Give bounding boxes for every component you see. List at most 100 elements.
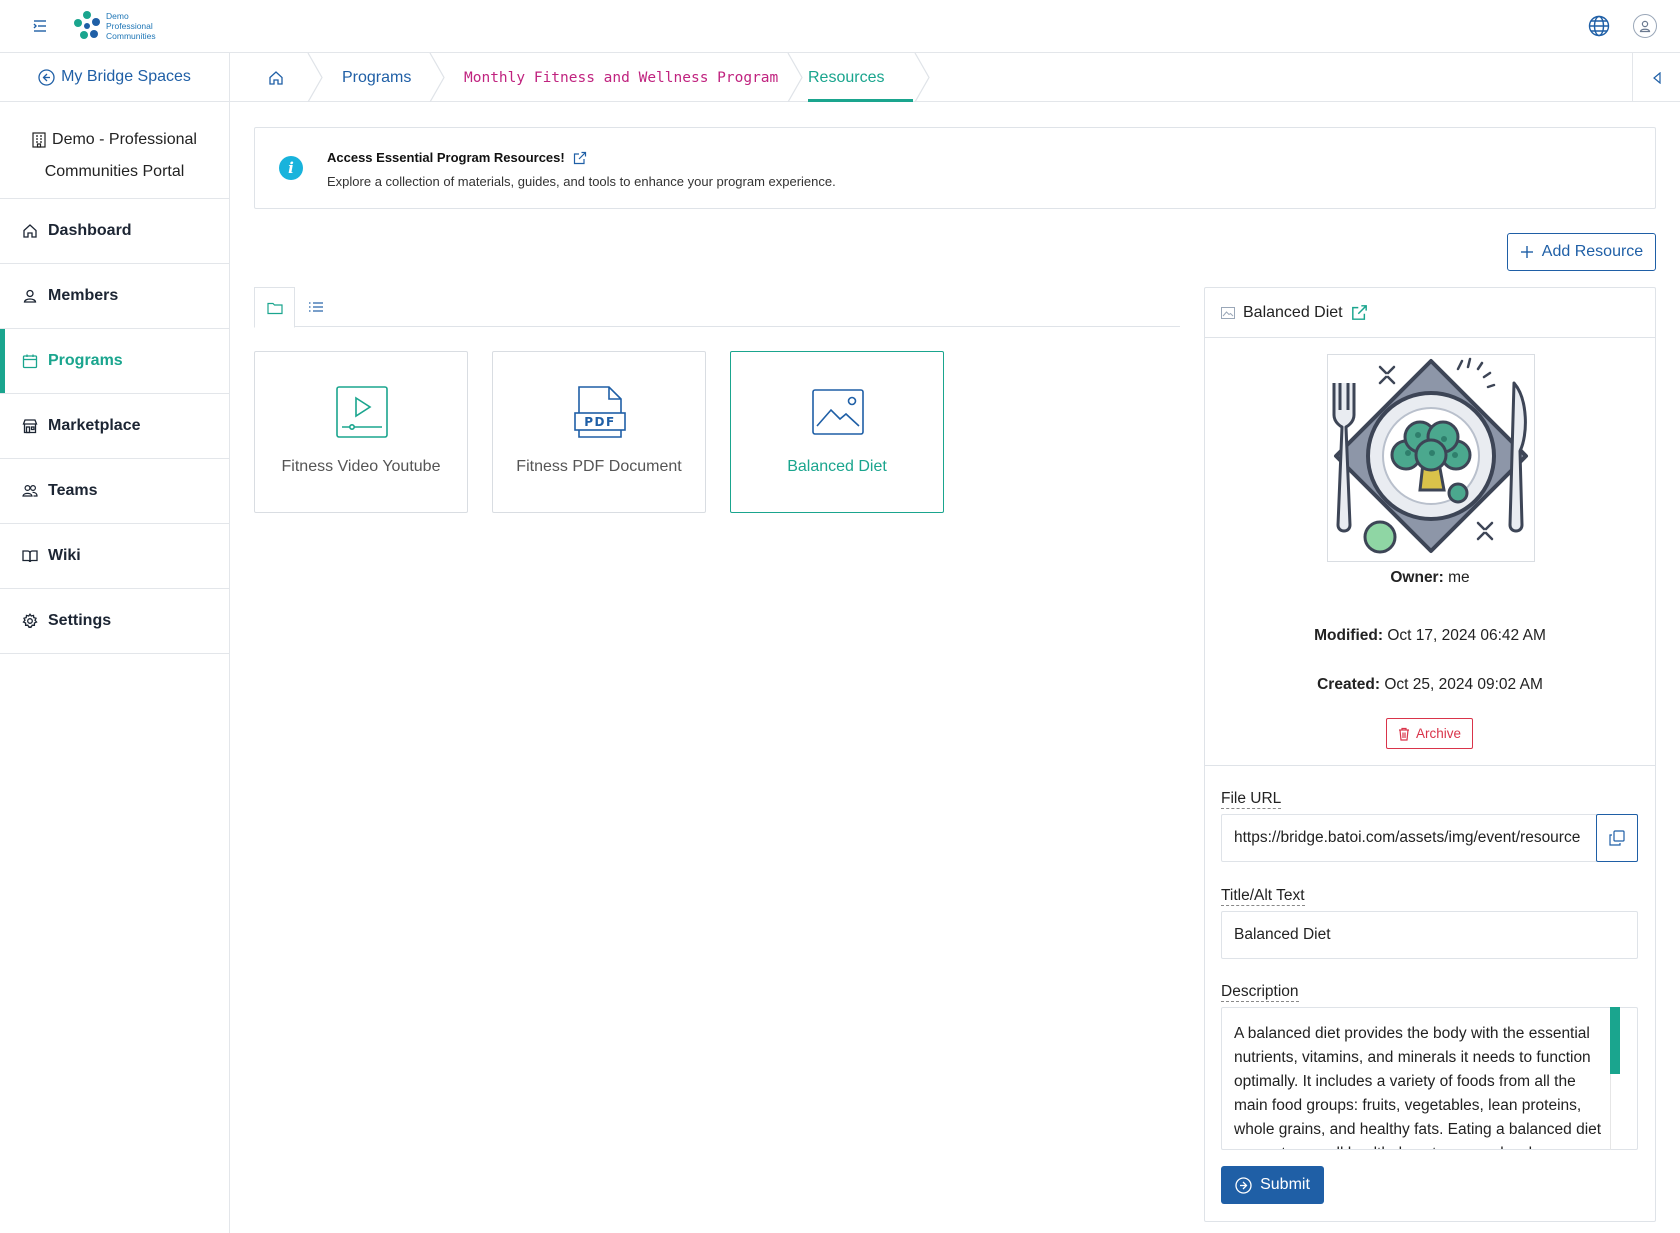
globe-icon[interactable] (1587, 14, 1611, 38)
arrow-circle-right-icon (1235, 1176, 1252, 1194)
home-icon (23, 224, 37, 238)
pdf-icon: PDF (574, 386, 626, 438)
description-label: Description (1221, 983, 1299, 1002)
breadcrumb-programs[interactable]: Programs (342, 53, 411, 102)
breadcrumb: Programs Monthly Fitness and Wellness Pr… (230, 53, 1680, 102)
sidebar-item-settings[interactable]: Settings (0, 589, 229, 654)
archive-button[interactable]: Archive (1386, 718, 1473, 749)
video-icon (336, 386, 388, 438)
menu-icon[interactable] (30, 17, 50, 35)
tab-folder-view[interactable] (254, 287, 295, 328)
store-icon (22, 419, 38, 434)
description-scrollbar[interactable] (1610, 1007, 1620, 1074)
sidebar-item-label: Teams (48, 482, 98, 499)
collapse-panel-button[interactable] (1632, 53, 1680, 102)
banner-description: Explore a collection of materials, guide… (327, 174, 836, 189)
resource-card-image[interactable]: Balanced Diet (730, 351, 944, 513)
sidebar-item-members[interactable]: Members (0, 264, 229, 329)
modified-value: Oct 17, 2024 06:42 AM (1387, 627, 1546, 644)
resource-card-pdf[interactable]: PDF Fitness PDF Document (492, 351, 706, 513)
sidebar-item-marketplace[interactable]: Marketplace (0, 394, 229, 459)
tab-list-view[interactable] (295, 287, 336, 327)
sidebar: My Bridge Spaces Demo - Professional Com… (0, 53, 230, 1233)
submit-button[interactable]: Submit (1221, 1166, 1324, 1204)
banner-title: Access Essential Program Resources! (327, 150, 587, 165)
user-icon[interactable] (1633, 14, 1657, 38)
top-bar: Demo Professional Communities (0, 0, 1680, 53)
add-resource-label: Add Resource (1541, 243, 1644, 260)
sidebar-item-label: Marketplace (48, 417, 141, 434)
panel-divider (1205, 765, 1655, 766)
archive-label: Archive (1415, 726, 1461, 741)
info-banner: i Access Essential Program Resources! Ex… (254, 127, 1656, 209)
title-alt-label: Title/Alt Text (1221, 887, 1305, 906)
org-name-line1: Demo - Professional (52, 131, 197, 148)
breadcrumb-resources[interactable]: Resources (808, 53, 884, 102)
sidebar-item-label: Members (48, 287, 119, 304)
image-icon (1221, 306, 1235, 319)
breadcrumb-home[interactable] (268, 53, 284, 102)
logo-mark-icon (74, 11, 100, 39)
list-icon (308, 302, 323, 312)
sidebar-item-teams[interactable]: Teams (0, 459, 229, 524)
home-icon (269, 70, 283, 85)
sidebar-item-label: Programs (48, 352, 123, 369)
banner-title-text: Access Essential Program Resources! (327, 150, 565, 165)
description-scroll-track (1610, 1074, 1620, 1150)
folder-icon (266, 302, 283, 314)
panel-title: Balanced Diet (1243, 303, 1343, 321)
caret-left-icon (1652, 71, 1661, 84)
sidebar-item-label: Dashboard (48, 222, 132, 239)
book-icon (22, 550, 38, 563)
modified-info: Modified: Oct 17, 2024 06:42 AM (1314, 627, 1546, 644)
title-alt-field[interactable]: Balanced Diet (1221, 911, 1638, 959)
resource-label: Fitness PDF Document (516, 458, 682, 475)
file-url-field[interactable]: https://bridge.batoi.com/assets/img/even… (1221, 814, 1597, 862)
resource-label: Fitness Video Youtube (281, 458, 441, 475)
external-link-icon[interactable] (1351, 304, 1368, 321)
sidebar-item-wiki[interactable]: Wiki (0, 524, 229, 589)
resource-label: Balanced Diet (787, 458, 887, 475)
resource-detail-panel: Balanced Diet Owner: me Modified: Oct 17… (1204, 287, 1656, 1222)
copy-url-button[interactable] (1596, 814, 1638, 862)
org-name: Demo - Professional Communities Portal (0, 102, 229, 199)
logo[interactable]: Demo Professional Communities (70, 8, 160, 44)
pdf-badge-text: PDF (584, 415, 615, 429)
trash-icon (1398, 727, 1409, 741)
my-bridge-spaces-link[interactable]: My Bridge Spaces (0, 53, 229, 102)
back-circle-icon (38, 68, 55, 86)
owner-value: me (1448, 569, 1470, 586)
logo-text: Demo Professional Communities (106, 11, 156, 41)
building-icon (32, 132, 46, 148)
owner-info: Owner: me (1390, 569, 1470, 586)
breadcrumb-program-name[interactable]: Monthly Fitness and Wellness Program (464, 53, 778, 102)
org-name-line2: Communities Portal (44, 163, 185, 180)
breadcrumb-separator (307, 53, 323, 102)
add-resource-button[interactable]: Add Resource (1507, 233, 1656, 271)
copy-icon (1609, 830, 1625, 846)
breadcrumb-separator (429, 53, 445, 102)
users-icon (22, 484, 38, 497)
external-link-icon[interactable] (573, 151, 587, 165)
resource-preview-image (1327, 354, 1535, 562)
my-bridge-spaces-label: My Bridge Spaces (61, 68, 191, 85)
sidebar-item-programs[interactable]: Programs (0, 329, 229, 394)
gear-icon (22, 613, 38, 629)
sidebar-item-label: Settings (48, 612, 112, 629)
description-field[interactable]: A balanced diet provides the body with t… (1221, 1007, 1638, 1150)
view-tabs (254, 287, 1180, 328)
file-url-label: File URL (1221, 790, 1282, 809)
image-icon (812, 389, 864, 435)
submit-label: Submit (1260, 1176, 1310, 1193)
calendar-icon (22, 354, 38, 369)
info-icon: i (279, 156, 303, 180)
breadcrumb-active-indicator (808, 99, 913, 102)
created-value: Oct 25, 2024 09:02 AM (1384, 676, 1543, 693)
resource-card-video[interactable]: Fitness Video Youtube (254, 351, 468, 513)
sidebar-item-label: Wiki (48, 547, 81, 564)
breadcrumb-separator (787, 53, 803, 102)
breadcrumb-separator (914, 53, 930, 102)
plus-icon (1520, 246, 1533, 258)
sidebar-item-dashboard[interactable]: Dashboard (0, 199, 229, 264)
created-info: Created: Oct 25, 2024 09:02 AM (1317, 676, 1543, 693)
